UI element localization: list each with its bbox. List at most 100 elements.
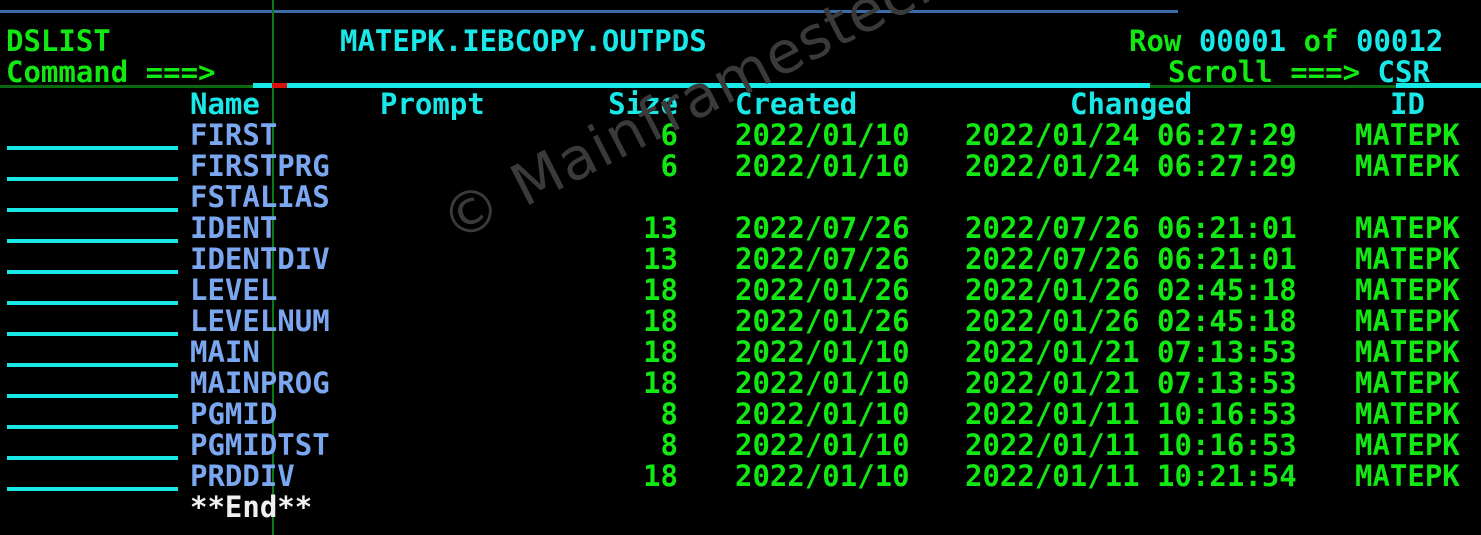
member-id: MATEPK bbox=[1355, 149, 1460, 183]
member-created-date: 2022/07/26 bbox=[735, 211, 910, 245]
member-id: MATEPK bbox=[1355, 366, 1460, 400]
member-name: MAIN bbox=[190, 335, 260, 369]
member-name: PGMID bbox=[190, 397, 278, 431]
row-indicator-row-word: Row bbox=[1129, 24, 1199, 58]
dataset-title: MATEPK.IEBCOPY.OUTPDS bbox=[340, 24, 707, 58]
command-label: Command ===> bbox=[6, 55, 216, 89]
member-created-date: 2022/01/10 bbox=[735, 118, 910, 152]
column-header-id: ID bbox=[1390, 87, 1425, 121]
row-indicator-total: 00012 bbox=[1356, 24, 1444, 58]
member-name: LEVELNUM bbox=[190, 304, 330, 338]
member-id: MATEPK bbox=[1355, 242, 1460, 276]
column-header-created: Created bbox=[735, 87, 858, 121]
scroll-area: Scroll ===> CSR bbox=[1168, 57, 1430, 88]
member-id: MATEPK bbox=[1355, 428, 1460, 462]
member-select-input[interactable] bbox=[7, 425, 178, 429]
row-indicator-of-word: of bbox=[1286, 24, 1356, 58]
table-row[interactable]: IDENT 13 2022/07/26 2022/07/26 06:21:01 MATE… bbox=[0, 213, 1481, 244]
member-name: FSTALIAS bbox=[190, 180, 330, 214]
member-size: 13 bbox=[643, 211, 678, 245]
member-changed-date: 2022/07/26 06:21:01 bbox=[965, 242, 1297, 276]
member-id: MATEPK bbox=[1355, 118, 1460, 152]
member-select-input[interactable] bbox=[7, 332, 178, 336]
member-select-input[interactable] bbox=[7, 456, 178, 460]
column-header-size: Size bbox=[608, 87, 678, 121]
member-id: MATEPK bbox=[1355, 335, 1460, 369]
member-select-input[interactable] bbox=[7, 208, 178, 212]
member-size: 13 bbox=[643, 242, 678, 276]
table-row[interactable]: LEVEL 18 2022/01/26 2022/01/26 02:45:18 MATE… bbox=[0, 275, 1481, 306]
panel-name: DSLIST bbox=[6, 24, 111, 58]
end-marker: **End** bbox=[190, 490, 313, 524]
member-select-input[interactable] bbox=[7, 146, 178, 150]
member-select-input[interactable] bbox=[7, 487, 178, 491]
table-row[interactable]: PGMIDTST 8 2022/01/10 2022/01/11 10:16:53 MA… bbox=[0, 430, 1481, 461]
column-header-name: Name bbox=[190, 87, 260, 121]
table-row[interactable]: FIRST 6 2022/01/10 2022/01/24 06:27:29 MATEP… bbox=[0, 120, 1481, 151]
table-row[interactable]: IDENTDIV 13 2022/07/26 2022/07/26 06:21:01 M… bbox=[0, 244, 1481, 275]
member-select-input[interactable] bbox=[7, 177, 178, 181]
column-header-changed: Changed bbox=[1070, 87, 1193, 121]
member-size: 18 bbox=[643, 304, 678, 338]
member-size: 18 bbox=[643, 366, 678, 400]
member-name: FIRST bbox=[190, 118, 278, 152]
member-select-input[interactable] bbox=[7, 239, 178, 243]
member-changed-date: 2022/07/26 06:21:01 bbox=[965, 211, 1297, 245]
member-size: 8 bbox=[660, 397, 678, 431]
member-created-date: 2022/01/10 bbox=[735, 366, 910, 400]
member-list: FIRST 6 2022/01/10 2022/01/24 06:27:29 MATEP… bbox=[0, 120, 1481, 523]
command-input-cursor bbox=[272, 83, 287, 88]
member-created-date: 2022/01/10 bbox=[735, 335, 910, 369]
member-select-input[interactable] bbox=[7, 394, 178, 398]
member-id: MATEPK bbox=[1355, 397, 1460, 431]
row-indicator-current: 00001 bbox=[1198, 24, 1287, 58]
member-changed-date: 2022/01/21 07:13:53 bbox=[965, 335, 1297, 369]
column-header-prompt: Prompt bbox=[380, 87, 485, 121]
table-row[interactable]: LEVELNUM 18 2022/01/26 2022/01/26 02:45:18 M… bbox=[0, 306, 1481, 337]
member-size: 18 bbox=[643, 459, 678, 493]
table-row[interactable]: PGMID 8 2022/01/10 2022/01/11 10:16:53 MATEP… bbox=[0, 399, 1481, 430]
member-created-date: 2022/01/26 bbox=[735, 273, 910, 307]
row-indicator: Row 00001 of 00012 bbox=[1129, 26, 1443, 57]
member-changed-date: 2022/01/26 02:45:18 bbox=[965, 304, 1297, 338]
member-id: MATEPK bbox=[1355, 273, 1460, 307]
member-size: 8 bbox=[660, 428, 678, 462]
member-changed-date: 2022/01/11 10:16:53 bbox=[965, 428, 1297, 462]
table-row[interactable]: MAINPROG 18 2022/01/10 2022/01/21 07:13:53 M… bbox=[0, 368, 1481, 399]
table-row[interactable]: FSTALIAS bbox=[0, 182, 1481, 213]
member-size: 6 bbox=[660, 118, 678, 152]
member-changed-date: 2022/01/21 07:13:53 bbox=[965, 366, 1297, 400]
scroll-label: Scroll ===> bbox=[1168, 55, 1361, 89]
member-created-date: 2022/01/10 bbox=[735, 459, 910, 493]
table-row[interactable]: FIRSTPRG 6 2022/01/10 2022/01/24 06:27:29 MA… bbox=[0, 151, 1481, 182]
member-size: 18 bbox=[643, 273, 678, 307]
table-row[interactable]: PRDDIV 18 2022/01/10 2022/01/11 10:21:54 MAT… bbox=[0, 461, 1481, 492]
member-id: MATEPK bbox=[1355, 211, 1460, 245]
member-id: MATEPK bbox=[1355, 304, 1460, 338]
member-name: PGMIDTST bbox=[190, 428, 330, 462]
member-created-date: 2022/01/10 bbox=[735, 149, 910, 183]
table-row[interactable]: MAIN 18 2022/01/10 2022/01/21 07:13:53 MATEP… bbox=[0, 337, 1481, 368]
member-name: PRDDIV bbox=[190, 459, 295, 493]
member-size: 18 bbox=[643, 335, 678, 369]
end-of-list-row: **End** bbox=[0, 492, 1481, 523]
member-select-input[interactable] bbox=[7, 270, 178, 274]
member-changed-date: 2022/01/11 10:21:54 bbox=[965, 459, 1297, 493]
terminal-screen: DSLIST MATEPK.IEBCOPY.OUTPDS Row 00001 o… bbox=[0, 0, 1481, 535]
member-created-date: 2022/01/10 bbox=[735, 428, 910, 462]
member-name: IDENTDIV bbox=[190, 242, 330, 276]
member-changed-date: 2022/01/26 02:45:18 bbox=[965, 273, 1297, 307]
member-size: 6 bbox=[660, 149, 678, 183]
member-id: MATEPK bbox=[1355, 459, 1460, 493]
member-changed-date: 2022/01/11 10:16:53 bbox=[965, 397, 1297, 431]
member-created-date: 2022/01/26 bbox=[735, 304, 910, 338]
member-changed-date: 2022/01/24 06:27:29 bbox=[965, 118, 1297, 152]
member-changed-date: 2022/01/24 06:27:29 bbox=[965, 149, 1297, 183]
member-name: MAINPROG bbox=[190, 366, 330, 400]
member-created-date: 2022/07/26 bbox=[735, 242, 910, 276]
member-name: LEVEL bbox=[190, 273, 278, 307]
member-name: FIRSTPRG bbox=[190, 149, 330, 183]
member-select-input[interactable] bbox=[7, 363, 178, 367]
member-select-input[interactable] bbox=[7, 301, 178, 305]
member-created-date: 2022/01/10 bbox=[735, 397, 910, 431]
